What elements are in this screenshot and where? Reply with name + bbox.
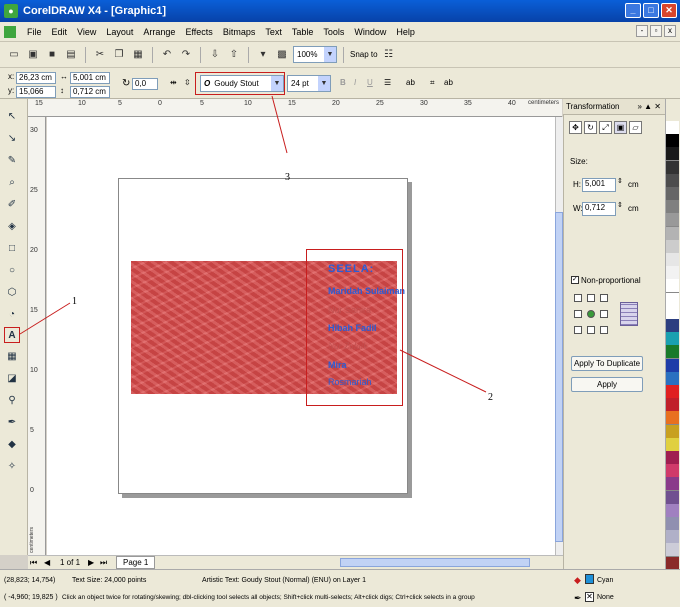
fill-icon: ◆ xyxy=(574,575,581,585)
prev-page-icon[interactable]: ◀ xyxy=(44,558,50,567)
last-page-icon[interactable]: ⏭ xyxy=(100,558,107,568)
outline-pen-icon: ✒ xyxy=(574,593,582,603)
color-swatch[interactable] xyxy=(666,358,679,373)
rotate-mode-icon[interactable]: ↻ xyxy=(584,121,597,134)
color-swatch[interactable] xyxy=(666,503,679,518)
w-spinner[interactable]: ⇕ xyxy=(617,201,623,209)
h-unit: cm xyxy=(628,180,639,189)
color-swatch[interactable] xyxy=(666,411,679,426)
annotation-number: 1 xyxy=(72,296,77,307)
color-swatch[interactable] xyxy=(666,437,679,452)
h-label: H: xyxy=(573,180,581,189)
color-swatch[interactable] xyxy=(666,239,679,254)
scale-mode-icon[interactable]: ⤢ xyxy=(599,121,612,134)
color-swatch[interactable] xyxy=(666,398,679,413)
h-spinner[interactable]: ⇕ xyxy=(617,177,623,185)
next-page-icon[interactable]: ▶ xyxy=(88,558,94,567)
h-size-field[interactable]: 5,001 xyxy=(582,178,616,192)
anchor-point[interactable] xyxy=(600,294,608,302)
color-swatch[interactable] xyxy=(666,279,679,294)
anchor-preview-icon xyxy=(620,302,638,326)
anchor-point[interactable] xyxy=(587,294,595,302)
anchor-point[interactable] xyxy=(600,310,608,318)
object-status: Artistic Text: Goudy Stout (Normal) (ENU… xyxy=(202,577,367,584)
position-mode-icon[interactable]: ✥ xyxy=(569,121,582,134)
w-size-field[interactable]: 0,712 xyxy=(582,202,616,216)
color-swatch[interactable] xyxy=(666,200,679,215)
color-swatch[interactable] xyxy=(666,477,679,492)
horizontal-scroll-thumb[interactable] xyxy=(340,558,530,567)
non-proportional-checkbox[interactable]: ✓ xyxy=(571,276,579,284)
cursor-coords-secondary: ( -4,960; 19,825 ) xyxy=(4,594,58,601)
outline-swatch[interactable]: ✕ xyxy=(585,592,594,602)
apply-button[interactable]: Apply xyxy=(571,377,643,392)
size-label: Size: xyxy=(570,157,588,166)
outline-color-name: None xyxy=(597,594,614,601)
annotation-number: 3 xyxy=(285,172,290,183)
color-swatch[interactable] xyxy=(666,121,679,135)
anchor-point[interactable] xyxy=(574,294,582,302)
apply-to-duplicate-button[interactable]: Apply To Duplicate xyxy=(571,356,643,371)
color-swatch[interactable] xyxy=(666,490,679,505)
color-swatch[interactable] xyxy=(666,530,679,545)
color-swatch[interactable] xyxy=(666,319,679,333)
color-swatch[interactable] xyxy=(666,424,679,439)
page-count: 1 of 1 xyxy=(60,558,81,567)
page-tab[interactable]: Page 1 xyxy=(116,556,156,569)
status-bar: (28,823; 14,754) Text Size: 24,000 point… xyxy=(0,569,680,607)
hint-text: Click an object twice for rotating/skewi… xyxy=(62,594,475,601)
color-swatch[interactable] xyxy=(666,253,679,267)
anchor-point[interactable] xyxy=(587,326,595,334)
w-unit: cm xyxy=(628,204,639,213)
color-swatch[interactable] xyxy=(666,266,679,281)
color-swatch[interactable] xyxy=(666,147,679,162)
transformation-docker xyxy=(563,99,665,569)
vertical-scroll-thumb[interactable] xyxy=(555,212,563,542)
first-page-icon[interactable]: ⏮ xyxy=(30,558,37,568)
transform-mode-buttons: ✥ ↻ ⤢ ▣ ▱ xyxy=(569,121,642,134)
color-swatch[interactable] xyxy=(666,451,679,465)
color-swatch[interactable] xyxy=(666,305,679,320)
color-swatch[interactable] xyxy=(666,160,679,175)
color-swatch[interactable] xyxy=(666,385,679,399)
docker-header: Transformation » ▲ ✕ xyxy=(563,99,665,115)
color-swatch[interactable] xyxy=(666,187,679,201)
color-swatch[interactable] xyxy=(666,226,679,241)
anchor-point[interactable] xyxy=(574,326,582,334)
fill-swatch[interactable] xyxy=(585,574,594,584)
fill-color-name: Cyan xyxy=(597,577,614,584)
color-swatch[interactable] xyxy=(666,371,679,386)
color-swatch[interactable] xyxy=(666,517,679,531)
color-swatch[interactable] xyxy=(666,464,679,479)
color-swatch[interactable] xyxy=(666,213,679,228)
annotation-number: 2 xyxy=(488,392,493,403)
anchor-point[interactable] xyxy=(574,310,582,318)
docker-title: Transformation xyxy=(566,102,620,111)
anchor-point[interactable] xyxy=(600,326,608,334)
color-swatch[interactable] xyxy=(666,332,679,347)
cursor-coords: (28,823; 14,754) xyxy=(4,577,56,584)
non-proportional-label: Non-proportional xyxy=(581,276,641,285)
color-swatch[interactable] xyxy=(666,345,679,360)
docker-controls-icon[interactable]: » ▲ ✕ xyxy=(637,99,661,115)
color-swatch[interactable] xyxy=(666,292,679,307)
anchor-point-selected[interactable] xyxy=(587,310,595,318)
size-mode-icon[interactable]: ▣ xyxy=(614,121,627,134)
skew-mode-icon[interactable]: ▱ xyxy=(629,121,642,134)
color-swatch[interactable] xyxy=(666,543,679,558)
color-swatch[interactable] xyxy=(666,173,679,188)
text-size-status: Text Size: 24,000 points xyxy=(72,577,147,584)
color-swatch[interactable] xyxy=(666,134,679,149)
